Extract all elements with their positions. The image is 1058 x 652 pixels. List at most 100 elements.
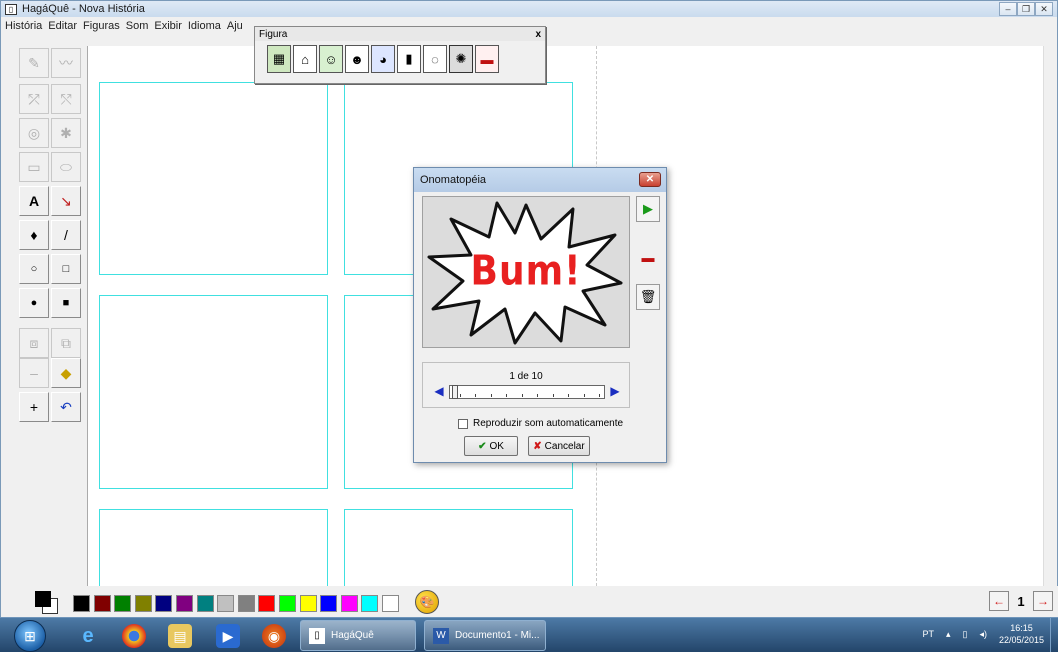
selection-slider[interactable] — [449, 385, 605, 399]
pen-icon[interactable]: ↘ — [51, 186, 81, 216]
menu-som[interactable]: Som — [126, 20, 149, 32]
color-swatch[interactable] — [176, 595, 193, 612]
menu-exibir[interactable]: Exibir — [154, 20, 182, 32]
filled-ellipse-icon[interactable]: ● — [19, 288, 49, 318]
color-swatch[interactable] — [361, 595, 379, 612]
color-swatch[interactable] — [155, 595, 173, 612]
flip-vertical-icon[interactable]: ⤲ — [51, 84, 81, 114]
delete-button[interactable]: 🗑 — [636, 284, 660, 310]
ellipse-icon[interactable]: ○ — [19, 254, 49, 284]
start-button[interactable]: ⊞ — [14, 620, 46, 652]
media-player-icon[interactable]: ▶ — [216, 624, 240, 648]
cancel-button[interactable]: ✘ Cancelar — [528, 436, 590, 456]
chrome-icon[interactable] — [122, 624, 146, 648]
color-picker-icon[interactable]: 🎨 — [415, 590, 439, 614]
onomatopoeia-icon[interactable]: ✺ — [449, 45, 473, 73]
battery-icon[interactable]: ▯ — [962, 629, 967, 640]
task-documento1[interactable]: W Documento1 - Mi... — [424, 620, 546, 651]
transparency-icon[interactable]: ▭ — [19, 152, 49, 182]
color-swatch[interactable] — [237, 595, 255, 612]
vertical-scrollbar[interactable] — [1043, 46, 1051, 586]
color-swatch[interactable] — [217, 595, 235, 612]
curve-icon[interactable]: 〰 — [51, 48, 81, 78]
color-swatch[interactable] — [134, 595, 152, 612]
color-swatch[interactable] — [382, 595, 399, 612]
fill-icon[interactable]: ⬭ — [51, 152, 81, 182]
rotate-icon[interactable]: ◎ — [19, 118, 49, 148]
menu-figuras[interactable]: Figuras — [83, 20, 120, 32]
task-hagaque[interactable]: ▯ HagáQuê — [300, 620, 416, 651]
menu-historia[interactable]: História — [5, 20, 42, 32]
explorer-icon[interactable]: ▤ — [168, 624, 192, 648]
color-swatch[interactable] — [73, 595, 90, 612]
clock[interactable]: 16:15 22/05/2015 — [999, 622, 1044, 646]
prev-onomatopoeia-button[interactable]: ◀ — [431, 385, 447, 399]
crosshair-icon[interactable]: + — [19, 392, 49, 422]
menu-ajuda[interactable]: Aju — [227, 20, 243, 32]
people-icon[interactable]: ☻ — [345, 45, 369, 73]
color-swatch[interactable] — [196, 595, 214, 612]
task-label: HagáQuê — [331, 630, 374, 641]
play-sound-button[interactable]: ▶ — [636, 196, 660, 222]
figura-close-button[interactable]: x — [535, 29, 541, 40]
slider-thumb[interactable] — [452, 385, 458, 399]
line-icon[interactable]: / — [51, 220, 81, 250]
volume-icon[interactable]: ◂) — [979, 629, 987, 640]
minimize-button[interactable]: – — [999, 2, 1017, 16]
character-icon[interactable]: ☺ — [319, 45, 343, 73]
dialog-close-button[interactable]: ✕ — [639, 172, 661, 187]
figura-icons: ▦ ⌂ ☺ ☻ ◕ ▮ ◌ ✺ ▬ — [255, 41, 545, 73]
color-swatch[interactable] — [320, 595, 338, 612]
comic-panel[interactable] — [99, 295, 328, 489]
system-tray: PT ▴ ▯ ◂) 16:15 22/05/2015 — [922, 622, 1044, 646]
tool-palette: ✎ 〰 ⤱ ⤲ ◎ ✱ ▭ ⬭ A ↘ ♦ / ○ □ ● ■ ⧈ ⧉ – ◆ … — [17, 46, 85, 586]
color-swatch[interactable] — [114, 595, 132, 612]
next-onomatopoeia-button[interactable]: ▶ — [607, 385, 623, 399]
paint-bucket-icon[interactable]: ♦ — [19, 220, 49, 250]
filled-rectangle-icon[interactable]: ■ — [51, 288, 81, 318]
speech-balloon-icon[interactable]: ◌ — [423, 45, 447, 73]
zoom-icon[interactable]: ✱ — [51, 118, 81, 148]
color-swatch[interactable] — [279, 595, 296, 612]
background-icon[interactable]: ⌂ — [293, 45, 317, 73]
color-swatch[interactable] — [258, 595, 276, 612]
prev-page-button[interactable]: ← — [989, 591, 1009, 611]
show-desktop-button[interactable] — [1050, 618, 1058, 652]
comic-panel[interactable] — [344, 509, 573, 586]
comic-panel[interactable] — [99, 82, 328, 275]
menu-idioma[interactable]: Idioma — [188, 20, 221, 32]
brush-icon[interactable]: ✎ — [19, 48, 49, 78]
eraser-icon[interactable]: ◆ — [51, 358, 81, 388]
move-front-icon[interactable]: ⧈ — [19, 328, 49, 358]
rectangle-icon[interactable]: □ — [51, 254, 81, 284]
cross-icon: ✘ — [533, 440, 542, 452]
ok-button[interactable]: ✔ OK — [464, 436, 518, 456]
ie-icon[interactable]: e — [76, 624, 100, 648]
color-swatch[interactable] — [299, 595, 317, 612]
task-label: Documento1 - Mi... — [455, 630, 540, 641]
tray-expand-icon[interactable]: ▴ — [946, 629, 951, 640]
dash-icon[interactable]: – — [19, 358, 49, 388]
foreground-color-swatch[interactable] — [35, 591, 51, 607]
menu-editar[interactable]: Editar — [48, 20, 77, 32]
maximize-button[interactable]: ❐ — [1017, 2, 1035, 16]
truck-icon[interactable]: ▬ — [475, 45, 499, 73]
object-icon[interactable]: ◕ — [371, 45, 395, 73]
scene-icon[interactable]: ▦ — [267, 45, 291, 73]
autoplay-checkbox[interactable] — [458, 418, 468, 429]
insert-button[interactable]: ▬ — [636, 244, 660, 270]
text-tool-button[interactable]: A — [19, 186, 49, 216]
flip-horizontal-icon[interactable]: ⤱ — [19, 84, 49, 114]
color-swatch[interactable] — [340, 595, 358, 612]
language-indicator[interactable]: PT — [922, 629, 934, 639]
bottle-icon[interactable]: ▮ — [397, 45, 421, 73]
onomatopoeia-text: Bum! — [470, 247, 582, 296]
color-swatch[interactable] — [93, 595, 111, 612]
onomatopoeia-preview: Bum! — [422, 196, 630, 348]
move-back-icon[interactable]: ⧉ — [51, 328, 81, 358]
firefox-icon[interactable]: ◉ — [262, 624, 286, 648]
close-button[interactable]: ✕ — [1035, 2, 1053, 16]
undo-icon[interactable]: ↶ — [51, 392, 81, 422]
next-page-button[interactable]: → — [1033, 591, 1053, 611]
comic-panel[interactable] — [99, 509, 328, 586]
